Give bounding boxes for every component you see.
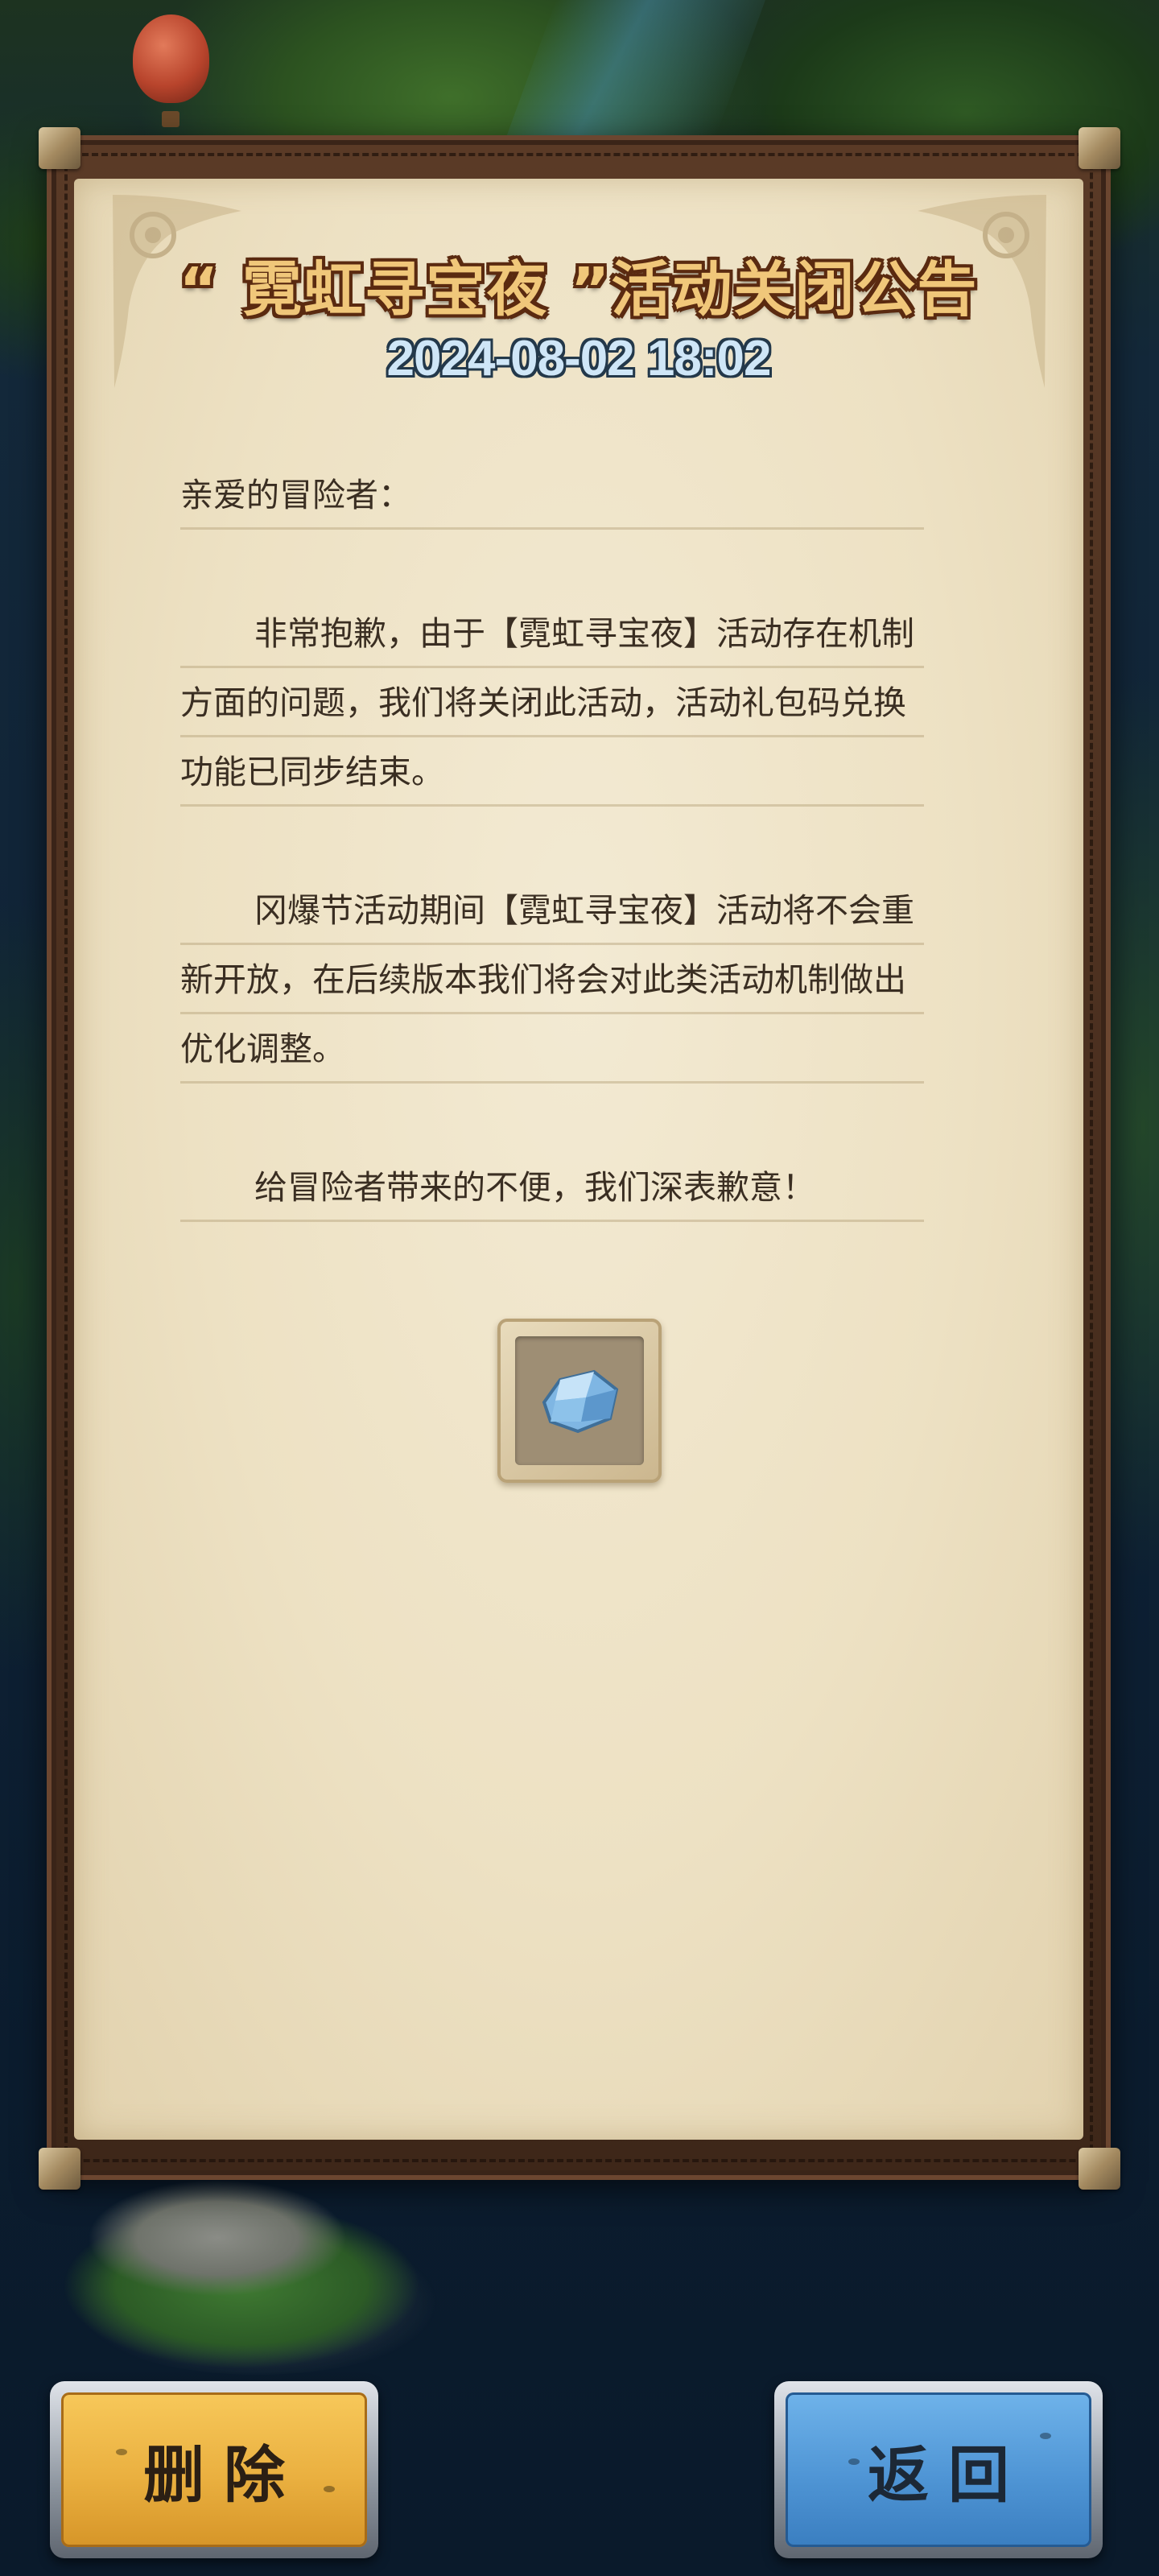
frame-corner-icon — [39, 127, 80, 169]
hot-air-balloon-icon — [133, 14, 209, 127]
delete-button-label: 删除 — [143, 2439, 304, 2511]
button-rivet-icon — [324, 2486, 335, 2492]
notice-paragraph: 给冒险者带来的不便，我们深表歉意！ — [180, 1153, 924, 1222]
notice-title: “ 霓虹寻宝夜 ”活动关闭公告 — [179, 255, 979, 324]
delete-button[interactable]: 删除 — [50, 2381, 378, 2558]
notice-body: 亲爱的冒险者： 非常抱歉，由于【霓虹寻宝夜】活动存在机制方面的问题，我们将关闭此… — [180, 460, 924, 1291]
notice-paragraph: 冈爆节活动期间【霓虹寻宝夜】活动将不会重新开放，在后续版本我们将会对此类活动机制… — [180, 876, 924, 1084]
button-rivet-icon — [1040, 2433, 1051, 2439]
notice-greeting: 亲爱的冒险者： — [180, 460, 924, 530]
frame-corner-icon — [1079, 2148, 1120, 2190]
notice-paragraph: 非常抱歉，由于【霓虹寻宝夜】活动存在机制方面的问题，我们将关闭此活动，活动礼包码… — [180, 599, 924, 807]
frame-corner-icon — [39, 2148, 80, 2190]
frame-corner-icon — [1079, 127, 1120, 169]
floating-island-image — [32, 2165, 483, 2375]
back-button-label: 返回 — [868, 2439, 1029, 2511]
attachment-item-slot[interactable] — [497, 1319, 662, 1483]
crystal-icon — [542, 1369, 619, 1434]
notice-date: 2024-08-02 18:02 — [386, 331, 772, 386]
back-button[interactable]: 返回 — [774, 2381, 1103, 2558]
